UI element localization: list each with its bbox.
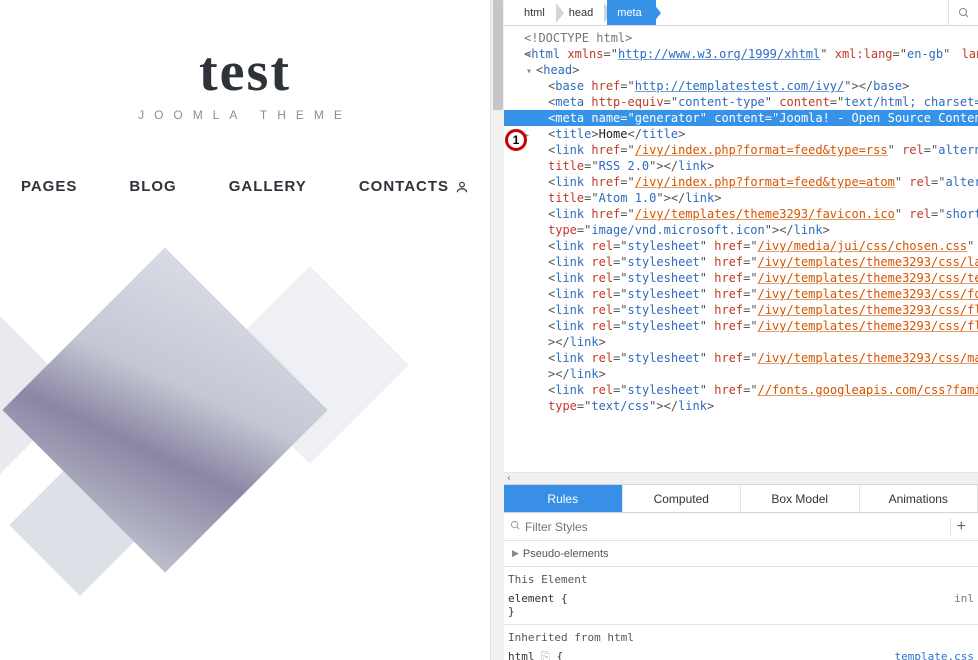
dom-link-fl-i[interactable]: <link rel="stylesheet" href="/ivy/templa… xyxy=(512,302,978,318)
tab-rules[interactable]: Rules xyxy=(504,485,623,512)
dom-link-favicon[interactable]: <link href="/ivy/templates/theme3293/fav… xyxy=(512,206,978,222)
breadcrumb-head[interactable]: head xyxy=(559,0,607,25)
search-icon xyxy=(510,520,521,534)
dom-link-gfont-cont[interactable]: type="text/css"></link> xyxy=(512,398,978,414)
element-rule[interactable]: element { inl } xyxy=(504,592,978,625)
breadcrumb-html[interactable]: html xyxy=(514,0,559,25)
html-rule[interactable]: html ⎘ { template.css font-size: 100%; xyxy=(504,650,978,660)
dom-link-atom-cont[interactable]: title="Atom 1.0"></link> xyxy=(512,190,978,206)
nav-pages[interactable]: PAGES xyxy=(21,178,77,195)
source-link[interactable]: template.css xyxy=(895,650,974,660)
tab-animations[interactable]: Animations xyxy=(860,485,978,512)
add-rule-button[interactable]: + xyxy=(950,518,972,536)
dom-link-fl-b[interactable]: <link rel="stylesheet" href="/ivy/templa… xyxy=(512,318,978,334)
breadcrumb-search[interactable] xyxy=(948,0,978,25)
tab-box-model[interactable]: Box Model xyxy=(741,485,860,512)
nav-contacts[interactable]: CONTACTS xyxy=(359,178,469,195)
dom-html-open[interactable]: ▾ <html xmlns="http://www.w3.org/1999/xh… xyxy=(512,46,978,62)
dom-link-temp[interactable]: <link rel="stylesheet" href="/ivy/templa… xyxy=(512,270,978,286)
dom-meta-content-type[interactable]: <meta http-equiv="content-type" content=… xyxy=(512,94,978,110)
dom-link-gfont[interactable]: <link rel="stylesheet" href="//fonts.goo… xyxy=(512,382,978,398)
dom-base[interactable]: <base href="http://templatestest.com/ivy… xyxy=(512,78,978,94)
rules-tabs: Rules Computed Box Model Animations xyxy=(504,485,978,513)
user-icon xyxy=(455,180,469,194)
dom-doctype[interactable]: <!DOCTYPE html> xyxy=(512,30,978,46)
pseudo-elements-label: Pseudo-elements xyxy=(523,548,609,560)
devtools-panel: html head meta <!DOCTYPE html> ▾ <html x… xyxy=(504,0,978,660)
breadcrumb-meta[interactable]: meta xyxy=(607,0,655,25)
dom-meta-generator-selected[interactable]: <meta name="generator" content="Joomla! … xyxy=(504,110,978,126)
logo-subtitle: JOOMLA THEME xyxy=(0,108,490,122)
rules-panel: Rules Computed Box Model Animations + ▶ … xyxy=(504,484,978,660)
this-element-label: This Element xyxy=(504,567,978,592)
dom-link-chosen[interactable]: <link rel="stylesheet" href="/ivy/media/… xyxy=(512,238,978,254)
dom-link-atom[interactable]: <link href="/ivy/index.php?format=feed&t… xyxy=(512,174,978,190)
annotation-marker-1: 1 xyxy=(505,129,527,151)
logo-block: test JOOMLA THEME xyxy=(0,40,490,122)
dom-breadcrumb: html head meta xyxy=(504,0,978,26)
dom-link-mate[interactable]: <link rel="stylesheet" href="/ivy/templa… xyxy=(512,350,978,366)
dom-link-font[interactable]: <link rel="stylesheet" href="/ivy/templa… xyxy=(512,286,978,302)
tab-computed[interactable]: Computed xyxy=(623,485,742,512)
pseudo-elements-toggle[interactable]: ▶ Pseudo-elements xyxy=(504,541,978,567)
chevron-right-icon: ▶ xyxy=(512,548,519,559)
dom-link-close[interactable]: ></link> xyxy=(512,334,978,350)
logo-text: test xyxy=(0,40,490,104)
horizontal-scrollbar[interactable]: ‹ xyxy=(504,472,978,484)
nav-blog[interactable]: BLOG xyxy=(129,178,176,195)
filter-row: + xyxy=(504,513,978,541)
dom-link-layo[interactable]: <link rel="stylesheet" href="/ivy/templa… xyxy=(512,254,978,270)
chevron-left-icon[interactable]: ‹ xyxy=(506,473,512,484)
dom-tree[interactable]: <!DOCTYPE html> ▾ <html xmlns="http://ww… xyxy=(504,26,978,470)
vertical-scrollbar[interactable] xyxy=(490,0,504,660)
website-preview: test JOOMLA THEME PAGES BLOG GALLERY CON… xyxy=(0,0,490,660)
dom-link-rss-cont[interactable]: title="RSS 2.0"></link> xyxy=(512,158,978,174)
hero-image xyxy=(0,265,490,585)
dom-link-rss[interactable]: <link href="/ivy/index.php?format=feed&t… xyxy=(512,142,978,158)
filter-styles-input[interactable] xyxy=(525,520,950,534)
nav-gallery[interactable]: GALLERY xyxy=(229,178,307,195)
dom-link-favicon-cont[interactable]: type="image/vnd.microsoft.icon"></link> xyxy=(512,222,978,238)
dom-head-open[interactable]: ▾ <head> xyxy=(512,62,978,78)
search-icon xyxy=(958,7,970,19)
dom-title[interactable]: ▸ <title>Home</title> xyxy=(512,126,978,142)
nav-contacts-label: CONTACTS xyxy=(359,178,449,195)
scrollbar-thumb[interactable] xyxy=(493,0,503,110)
main-nav: PAGES BLOG GALLERY CONTACTS xyxy=(0,178,490,195)
inherited-label: Inherited from html xyxy=(504,625,978,650)
marker-label: 1 xyxy=(513,133,520,147)
dom-link-close2[interactable]: ></link> xyxy=(512,366,978,382)
